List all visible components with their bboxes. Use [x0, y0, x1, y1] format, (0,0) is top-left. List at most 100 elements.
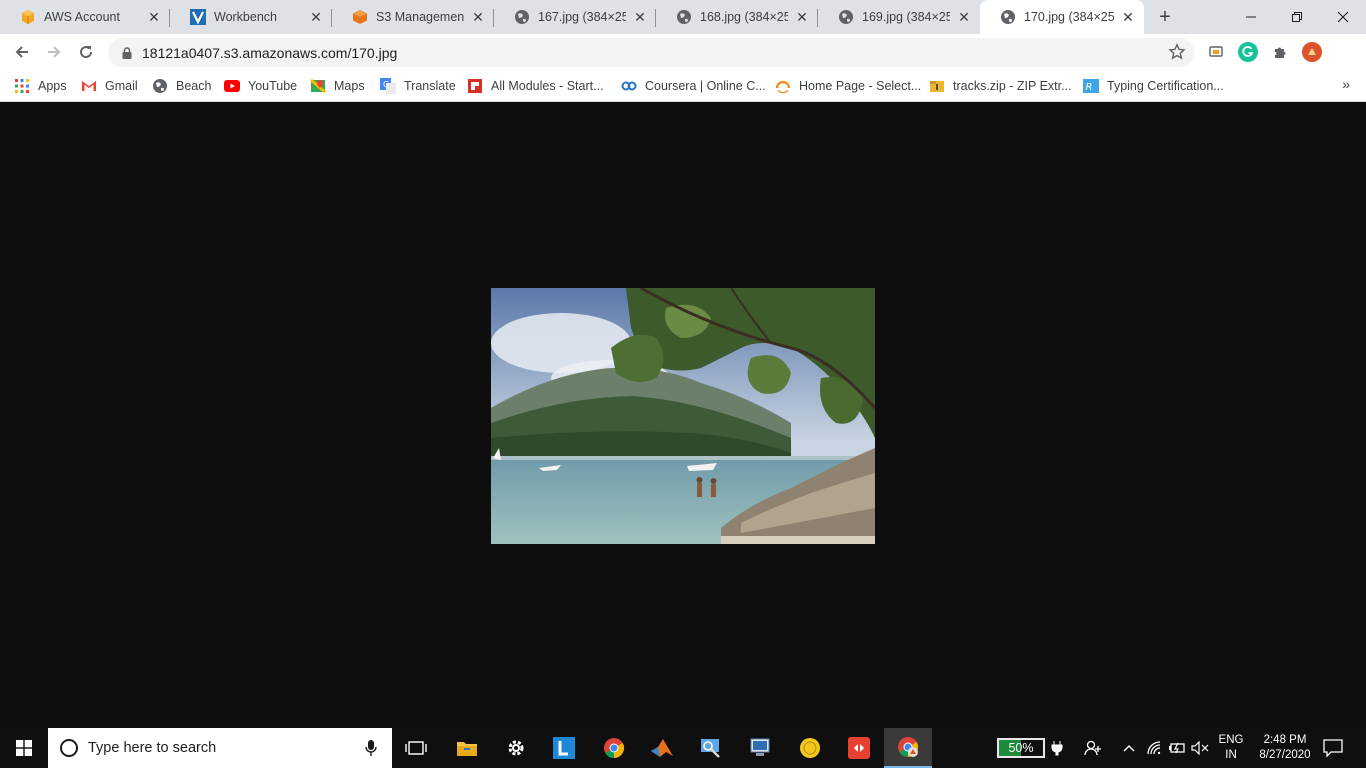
windows-taskbar: Type here to search 50% ENG IN 2:48 PM 8… — [0, 728, 1366, 768]
back-button[interactable] — [10, 40, 34, 64]
tab-169-jpg[interactable]: 169.jpg (384×256) ✕ — [818, 0, 980, 34]
tab-168-jpg[interactable]: 168.jpg (384×256) ✕ — [656, 0, 818, 34]
typing-icon: R — [1083, 78, 1099, 94]
language-region: IN — [1225, 749, 1237, 761]
volume-muted-icon[interactable] — [1190, 738, 1210, 758]
chrome-button[interactable] — [590, 732, 638, 764]
bookmark-label: Beach — [176, 79, 212, 93]
tab-170-jpg[interactable]: 170.jpg (384×256) ✕ — [980, 0, 1144, 34]
tab-title: 168.jpg (384×256) — [700, 10, 788, 24]
microphone-icon[interactable] — [364, 739, 378, 757]
arrow-right-icon — [48, 46, 61, 58]
close-icon[interactable]: ✕ — [308, 9, 324, 25]
close-icon[interactable]: ✕ — [1120, 9, 1136, 25]
people-icon[interactable] — [1083, 738, 1103, 758]
bookmark-tracks-zip[interactable]: tracks.zip - ZIP Extr... — [929, 76, 1072, 96]
coursera-icon — [621, 78, 637, 94]
zoom-oki-button[interactable] — [786, 732, 834, 764]
s3-bucket-icon — [352, 9, 368, 25]
bookmark-label: tracks.zip - ZIP Extr... — [953, 79, 1072, 93]
l-app-button[interactable] — [540, 732, 588, 764]
matlab-button[interactable] — [638, 732, 686, 764]
show-hidden-icons-chevron-icon[interactable] — [1119, 738, 1139, 758]
close-icon[interactable]: ✕ — [794, 9, 810, 25]
svg-text:G: G — [383, 80, 389, 89]
translate-icon: G — [380, 78, 396, 94]
windows-logo-icon — [16, 740, 32, 756]
tab-title: 167.jpg (384×256) — [538, 10, 626, 24]
tab-title: AWS Account — [44, 10, 120, 24]
power-plug-icon[interactable] — [1047, 738, 1067, 758]
bookmark-beach[interactable]: Beach — [152, 76, 211, 96]
extensions-puzzle-icon[interactable] — [1270, 42, 1290, 62]
tab-title: 170.jpg (384×256) — [1024, 10, 1114, 24]
displayed-image[interactable] — [491, 288, 875, 544]
chrome-active-button[interactable] — [884, 728, 932, 768]
bookmark-gmail[interactable]: Gmail — [81, 76, 138, 96]
gmail-icon — [81, 78, 97, 94]
close-icon[interactable]: ✕ — [632, 9, 648, 25]
bookmark-translate[interactable]: G Translate — [380, 76, 456, 96]
clock-time: 2:48 PM — [1263, 734, 1307, 746]
forward-button[interactable] — [42, 40, 66, 64]
profile-avatar-icon[interactable] — [1302, 42, 1322, 62]
grammarly-icon[interactable] — [1238, 42, 1258, 62]
settings-button[interactable] — [492, 732, 540, 764]
bookmarks-overflow-chevron-icon[interactable]: » — [1342, 76, 1350, 92]
restore-button[interactable] — [1274, 0, 1320, 34]
globe-icon — [838, 9, 854, 25]
system-clock[interactable]: 2:48 PM 8/27/2020 — [1250, 733, 1320, 763]
bookmark-maps[interactable]: Maps — [310, 76, 365, 96]
bookmark-label: Maps — [334, 79, 365, 93]
bookmark-typing-certification[interactable]: R Typing Certification... — [1083, 76, 1224, 96]
file-explorer-button[interactable] — [443, 732, 491, 764]
new-tab-button[interactable]: + — [1154, 6, 1176, 28]
chrome-icon — [898, 737, 919, 758]
aws-box-icon — [20, 9, 36, 25]
bookmark-star-icon[interactable] — [1168, 43, 1186, 61]
tab-s3-management[interactable]: S3 Management C ✕ — [332, 0, 494, 34]
anydesk-button[interactable] — [835, 732, 883, 764]
bookmark-all-modules[interactable]: All Modules - Start... — [467, 76, 604, 96]
input-language-indicator[interactable]: ENG IN — [1215, 733, 1247, 763]
url-text: 18121a0407.s3.amazonaws.com/170.jpg — [142, 44, 398, 61]
remote-desktop-button[interactable] — [687, 732, 735, 764]
minimize-button[interactable] — [1228, 0, 1274, 34]
bookmark-label: YouTube — [248, 79, 298, 93]
bookmark-apps[interactable]: Apps — [14, 76, 67, 96]
bookmark-home-page[interactable]: Home Page - Select... — [775, 76, 921, 96]
close-icon[interactable]: ✕ — [146, 9, 162, 25]
close-window-button[interactable] — [1320, 0, 1366, 34]
close-icon[interactable]: ✕ — [470, 9, 486, 25]
vocareum-v-icon — [190, 9, 206, 25]
matlab-icon — [651, 739, 673, 757]
bookmark-label: Coursera | Online C... — [645, 79, 766, 93]
svg-text:R: R — [1086, 82, 1093, 93]
maps-pin-icon — [310, 78, 326, 94]
battery-tray-icon[interactable] — [1167, 738, 1187, 758]
monitor-search-icon — [701, 739, 720, 758]
tab-workbench[interactable]: Workbench ✕ — [170, 0, 332, 34]
start-button[interactable] — [0, 728, 48, 768]
close-icon[interactable]: ✕ — [956, 9, 972, 25]
notification-center-icon[interactable] — [1322, 738, 1344, 758]
wifi-icon[interactable] — [1144, 738, 1164, 758]
bookmark-coursera[interactable]: Coursera | Online C... — [621, 76, 766, 96]
chrome-icon — [604, 738, 625, 759]
bookmark-youtube[interactable]: YouTube — [224, 76, 297, 96]
arrow-left-icon — [15, 46, 28, 58]
address-bar[interactable]: 18121a0407.s3.amazonaws.com/170.jpg — [108, 38, 1194, 67]
cortana-circle-icon — [60, 739, 78, 757]
taskbar-search-box[interactable]: Type here to search — [48, 728, 392, 768]
task-view-button[interactable] — [392, 732, 440, 764]
language-code: ENG — [1218, 734, 1244, 746]
zip-icon — [929, 78, 945, 94]
reload-button[interactable] — [74, 40, 98, 64]
bookmark-label: Apps — [38, 79, 67, 93]
cast-extension-icon[interactable] — [1206, 42, 1226, 62]
battery-indicator[interactable]: 50% — [997, 738, 1045, 758]
tab-aws-account[interactable]: AWS Account ✕ — [0, 0, 170, 34]
tab-167-jpg[interactable]: 167.jpg (384×256) ✕ — [494, 0, 656, 34]
network-app-button[interactable] — [736, 732, 784, 764]
bookmark-label: Gmail — [105, 79, 138, 93]
